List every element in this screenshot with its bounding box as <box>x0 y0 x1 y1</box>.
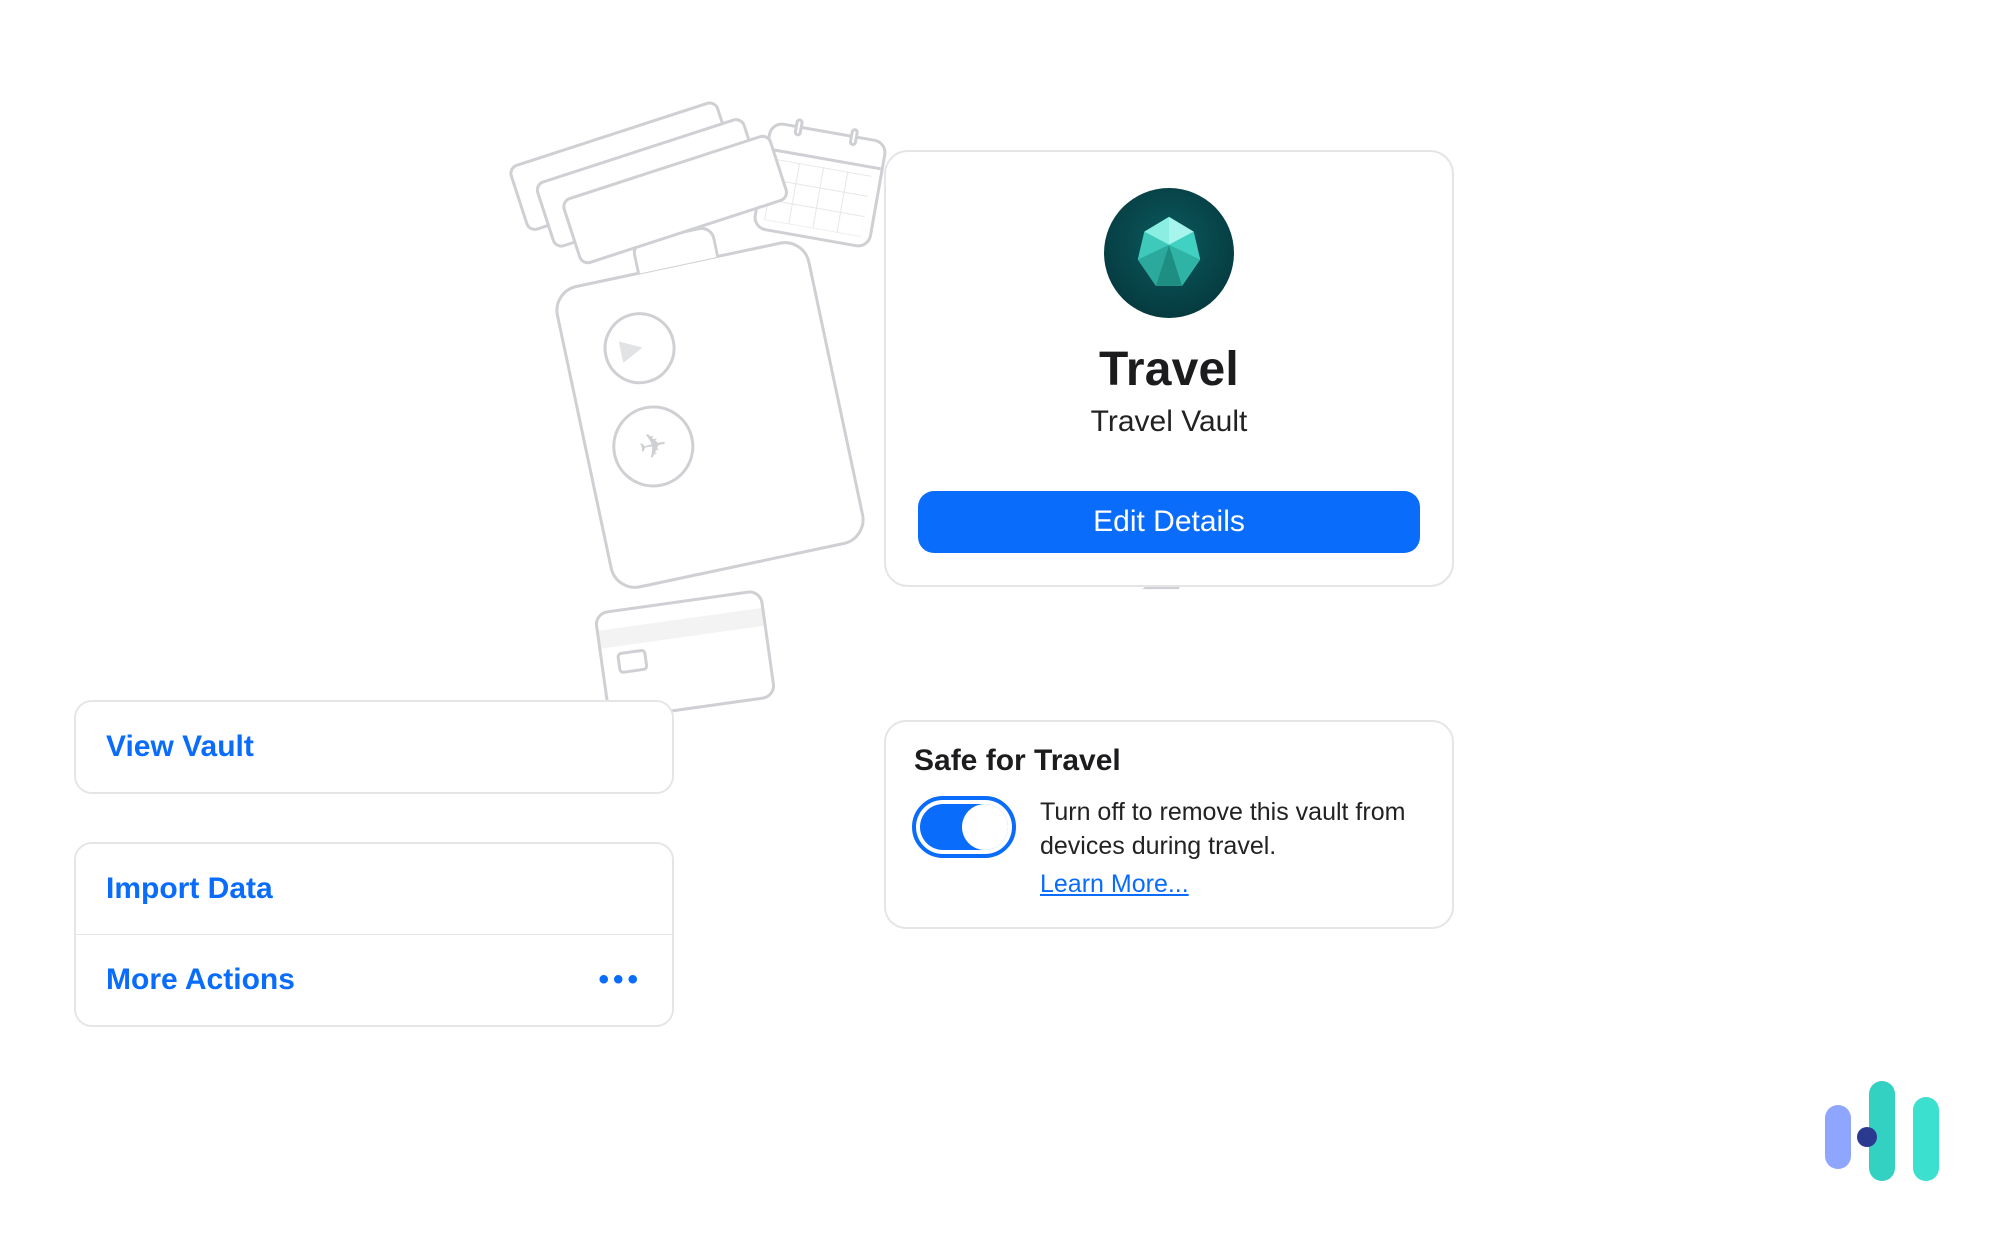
safe-for-travel-heading: Safe for Travel <box>914 744 1426 778</box>
suitcase-icon <box>551 236 870 593</box>
safe-for-travel-description: Turn off to remove this vault from devic… <box>1040 798 1405 860</box>
import-data-button[interactable]: Import Data <box>76 844 672 934</box>
vault-gem-icon <box>1104 188 1234 318</box>
vault-card: Travel Travel Vault Edit Details <box>884 150 1454 587</box>
more-actions-label: More Actions <box>106 963 295 997</box>
tickets-icon <box>507 99 753 281</box>
view-vault-button[interactable]: View Vault <box>76 702 672 792</box>
ellipsis-icon: ••• <box>598 963 642 997</box>
actions-card-top: View Vault <box>74 700 674 794</box>
gem-icon <box>1128 212 1210 294</box>
more-actions-button[interactable]: More Actions ••• <box>76 934 672 1025</box>
vault-title: Travel <box>918 342 1420 397</box>
edit-details-button[interactable]: Edit Details <box>918 491 1420 553</box>
import-data-label: Import Data <box>106 872 273 906</box>
view-vault-label: View Vault <box>106 730 254 764</box>
calendar-icon <box>751 120 888 249</box>
learn-more-link[interactable]: Learn More... <box>1040 868 1189 902</box>
vault-subtitle: Travel Vault <box>918 405 1420 439</box>
safe-for-travel-text: Turn off to remove this vault from devic… <box>1040 796 1426 901</box>
brand-logo-icon <box>1813 1075 1953 1195</box>
safe-for-travel-toggle[interactable] <box>912 796 1016 858</box>
actions-card-bottom: Import Data More Actions ••• <box>74 842 674 1027</box>
toggle-knob <box>962 804 1008 850</box>
safe-for-travel-card: Safe for Travel Turn off to remove this … <box>884 720 1454 929</box>
